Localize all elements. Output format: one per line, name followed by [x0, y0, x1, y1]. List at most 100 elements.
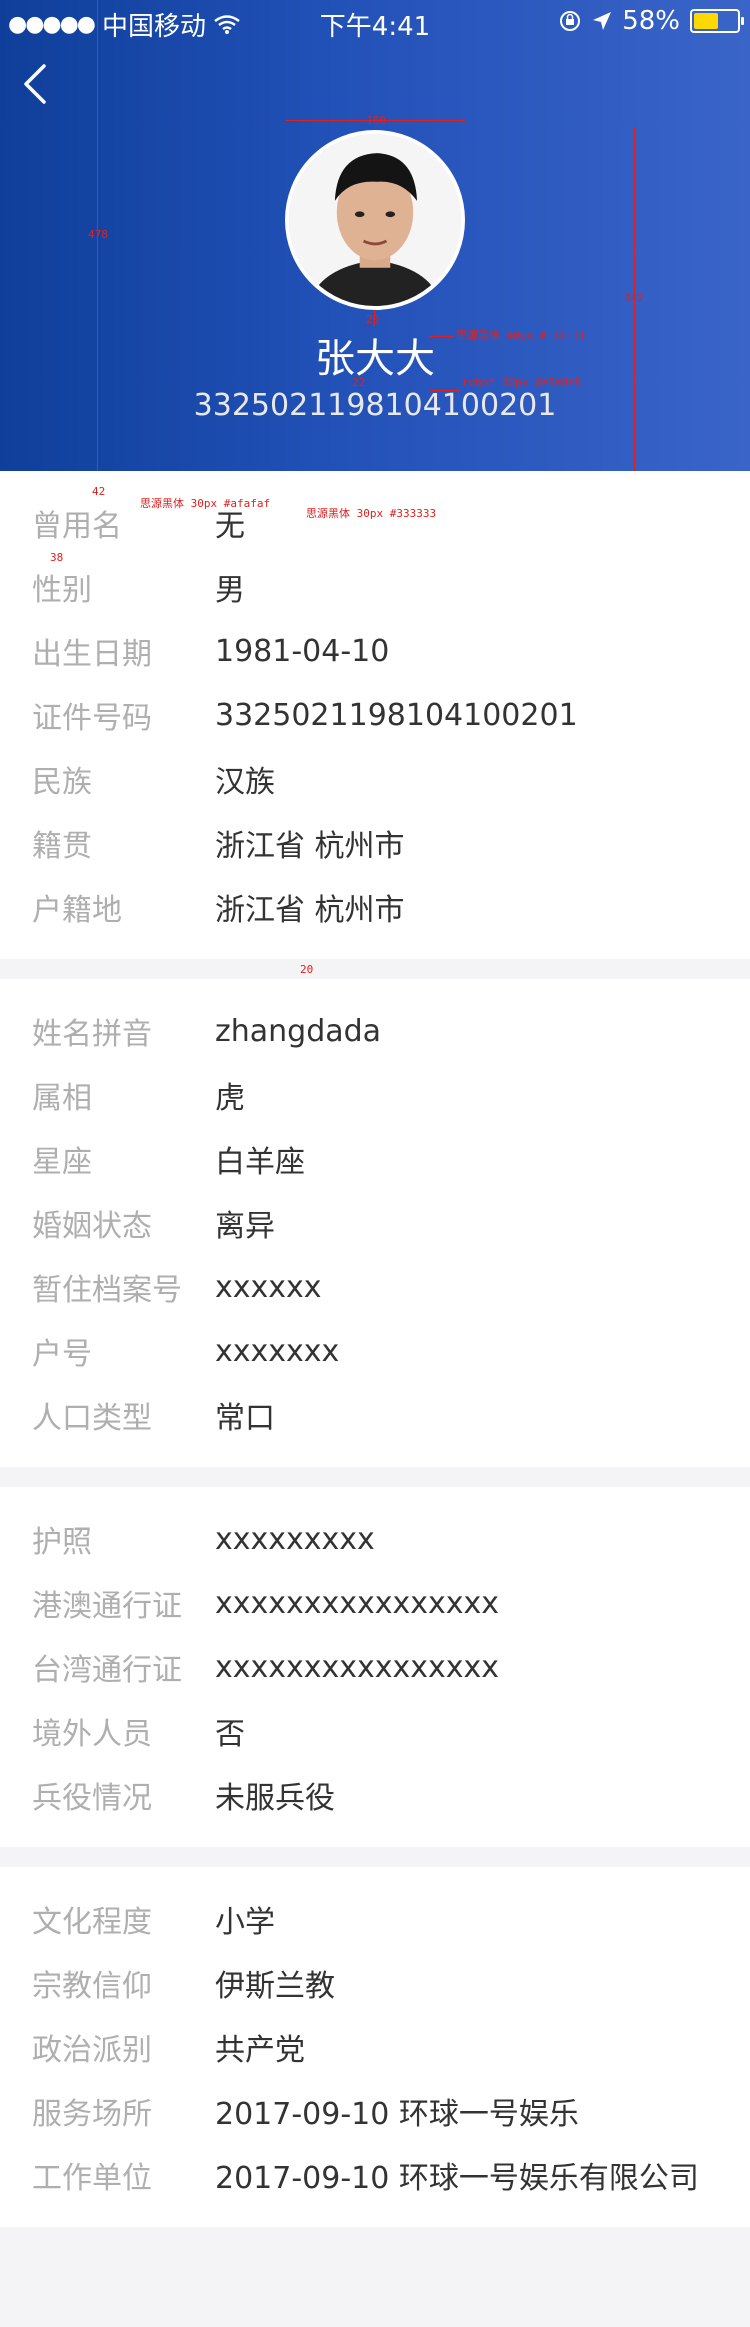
info-label: 民族	[32, 765, 92, 800]
info-row: 性别 男	[0, 555, 750, 619]
avatar-portrait-icon	[289, 134, 461, 306]
info-value: xxxxxx	[215, 1269, 322, 1305]
info-row: 兵役情况 未服兵役	[0, 1763, 750, 1827]
annotation-section-gap: 20	[300, 963, 314, 976]
info-value: 白羊座	[215, 1145, 305, 1180]
info-row: 政治派别 共产党	[0, 2015, 750, 2079]
info-row: 属相 虎	[0, 1063, 750, 1127]
annotation-line	[97, 0, 98, 510]
annotation-id-font: robot 30px #e8e8e8	[462, 376, 582, 389]
annotation-avatar-size: 180	[366, 114, 386, 127]
info-row: 港澳通行证 xxxxxxxxxxxxxxxx	[0, 1571, 750, 1635]
annotation-id-gap: 22	[352, 376, 366, 389]
info-value: 虎	[215, 1081, 245, 1116]
info-row: 境外人员 否	[0, 1699, 750, 1763]
info-value: 共产党	[215, 2033, 305, 2068]
info-value: 男	[215, 573, 245, 608]
section-divider	[0, 1467, 750, 1487]
info-label: 护照	[32, 1525, 92, 1560]
info-label: 户籍地	[32, 893, 122, 928]
info-value: 2017-09-10 环球一号娱乐有限公司	[215, 2161, 699, 2196]
info-row: 户号 xxxxxxx	[0, 1319, 750, 1383]
info-section-personal: 姓名拼音 zhangdada 属相 虎星座 白羊座婚姻状态 离异 暂住档案号 xxxxxx 户号…	[0, 979, 750, 1467]
info-row: 证件号码 3325021198104100201	[0, 683, 750, 747]
annotation-line	[430, 336, 454, 337]
annotation-list-top: 42	[92, 485, 106, 498]
info-value: 汉族	[215, 765, 275, 800]
info-value: zhangdada	[215, 1013, 382, 1049]
battery-percent: 58%	[622, 6, 680, 36]
info-section-social: 文化程度 小学宗教信仰 伊斯兰教政治派别 共产党服务场所 2017-09-10 环球一号…	[0, 1867, 750, 2227]
battery-icon	[690, 9, 744, 33]
info-value: 常口	[215, 1401, 275, 1436]
annotation-name-font: 思源黑体 40px #ffffff	[456, 329, 587, 342]
info-value: xxxxxxxxxxxxxxxx	[215, 1585, 500, 1621]
info-label: 文化程度	[32, 1905, 152, 1940]
info-label: 姓名拼音	[32, 1017, 152, 1052]
battery-fill	[694, 13, 719, 29]
info-label: 港澳通行证	[32, 1589, 182, 1624]
info-row: 宗教信仰 伊斯兰教	[0, 1951, 750, 2015]
info-row: 暂住档案号 xxxxxx	[0, 1255, 750, 1319]
status-right: 58%	[558, 6, 744, 36]
info-row: 户籍地 浙江省 杭州市	[0, 875, 750, 939]
info-row: 星座 白羊座	[0, 1127, 750, 1191]
info-row: 工作单位 2017-09-10 环球一号娱乐有限公司	[0, 2143, 750, 2207]
profile-header: ●●●●● 中国移动 下午4:41 58% 张大大 33250211981041…	[0, 0, 750, 510]
info-section-basic: 42 思源黑体 30px #afafaf 思源黑体 30px #333333 3…	[0, 471, 750, 959]
section-divider	[0, 1847, 750, 1867]
profile-name: 张大大	[315, 336, 435, 382]
annotation-row-gap: 38	[50, 551, 64, 564]
info-value: 1981-04-10	[215, 633, 390, 669]
info-row: 籍贯 浙江省 杭州市	[0, 811, 750, 875]
info-label: 属相	[32, 1081, 92, 1116]
info-section-documents: 护照 xxxxxxxxx 港澳通行证 xxxxxxxxxxxxxxxx 台湾通行证 xxx…	[0, 1487, 750, 1847]
info-label: 性别	[32, 573, 92, 608]
annotation-line	[430, 390, 460, 391]
info-row: 台湾通行证 xxxxxxxxxxxxxxxx	[0, 1635, 750, 1699]
avatar	[285, 130, 465, 310]
info-value: 伊斯兰教	[215, 1969, 335, 2004]
info-value: 离异	[215, 1209, 275, 1244]
profile-id-number: 3325021198104100201	[193, 388, 557, 423]
annotation-left-height: 478	[88, 228, 108, 241]
orientation-lock-icon	[560, 11, 581, 31]
info-label: 兵役情况	[32, 1781, 152, 1816]
section-divider: 20	[0, 959, 750, 979]
info-value: 小学	[215, 1905, 275, 1940]
info-label: 政治派别	[32, 2033, 152, 2068]
info-row: 婚姻状态 离异	[0, 1191, 750, 1255]
info-value: xxxxxxxxx	[215, 1521, 375, 1557]
info-row: 曾用名无	[0, 491, 750, 555]
info-value: 否	[215, 1717, 245, 1752]
info-label: 宗教信仰	[32, 1969, 152, 2004]
info-value: 2017-09-10 环球一号娱乐	[215, 2097, 579, 2132]
info-label: 服务场所	[32, 2097, 152, 2132]
info-value: xxxxxxxxxxxxxxxx	[215, 1649, 500, 1685]
info-label: 婚姻状态	[32, 1209, 152, 1244]
info-label: 出生日期	[32, 637, 152, 672]
status-bar: ●●●●● 中国移动 下午4:41 58%	[0, 0, 750, 42]
info-value: 未服兵役	[215, 1781, 335, 1816]
info-label: 户号	[32, 1337, 92, 1372]
info-row: 人口类型 常口	[0, 1383, 750, 1447]
info-value: 3325021198104100201	[215, 697, 578, 733]
info-row: 护照 xxxxxxxxx	[0, 1507, 750, 1571]
info-row: 服务场所 2017-09-10 环球一号娱乐	[0, 2079, 750, 2143]
info-label: 籍贯	[32, 829, 92, 864]
info-label: 境外人员	[32, 1717, 152, 1752]
location-arrow-icon	[593, 12, 612, 30]
annotation-value-font: 思源黑体 30px #333333	[306, 507, 437, 520]
info-label: 证件号码	[32, 701, 152, 736]
back-arrow-icon[interactable]	[18, 62, 54, 106]
annotation-label-font: 思源黑体 30px #afafaf	[140, 497, 271, 510]
info-label: 台湾通行证	[32, 1653, 182, 1688]
info-label: 人口类型	[32, 1401, 152, 1436]
info-label: 暂住档案号	[32, 1273, 182, 1308]
info-value: xxxxxxx	[215, 1333, 340, 1369]
info-row: 出生日期 1981-04-10	[0, 619, 750, 683]
info-row: 文化程度 小学	[0, 1887, 750, 1951]
info-row: 民族 汉族	[0, 747, 750, 811]
info-label: 工作单位	[32, 2161, 152, 2196]
annotation-right-height: 342	[624, 292, 644, 305]
